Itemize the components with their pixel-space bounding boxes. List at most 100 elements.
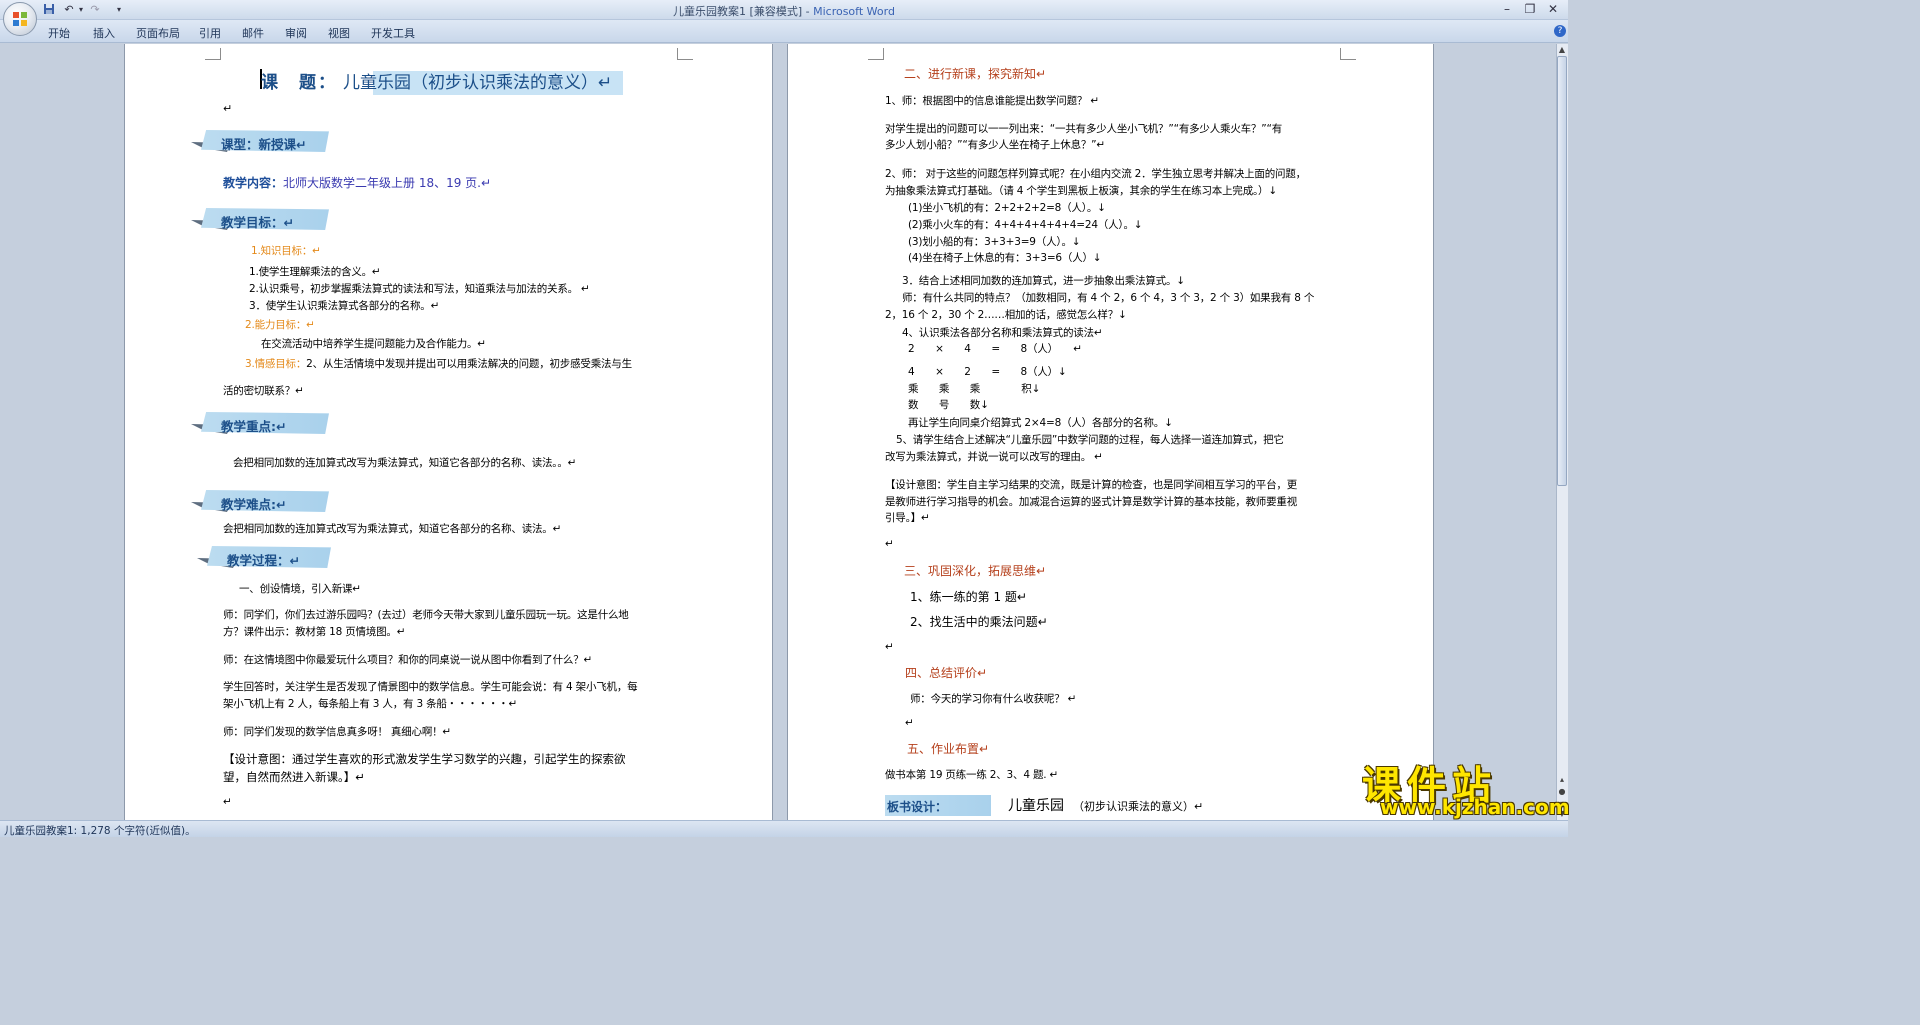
ability-text: 在交流活动中培养学生提问题能力及合作能力。↵: [261, 338, 486, 350]
window-title: 儿童乐园教案1 [兼容模式] - Microsoft Word: [0, 3, 1568, 19]
calc-2: (2)乘小火车的有：4+4+4+4+4+4=24（人）。↓: [908, 219, 1143, 231]
paragraph-3-line-1: 学生回答时，关注学生是否发现了情景图中的数学信息。学生可能会说：有 4 架小飞机…: [223, 681, 638, 693]
page-right[interactable]: 二、进行新课，探究新知↵ 1、师：根据图中的信息谁能提出数学问题？ ↵ 对学生提…: [787, 44, 1434, 820]
tab-page-layout[interactable]: 页面布局: [136, 25, 180, 41]
knowledge-label: 1.知识目标：↵: [251, 245, 321, 257]
board-design-label: 板书设计：: [887, 800, 948, 814]
section-3-heading: 三、巩固深化，拓展思维↵: [904, 564, 1047, 578]
section-5-heading: 五、作业布置↵: [907, 742, 990, 756]
lesson-type-heading: 课型：新授课↵: [221, 137, 307, 152]
calc-4: (4)坐在椅子上休息的有：3+3=6（人）↓: [908, 252, 1102, 264]
question-5-line-b: 改写为乘法算式，并说一说可以改写的理由。 ↵: [885, 451, 1103, 463]
paragraph-1-line-2: 方？课件出示：教材第 18 页情境图。↵: [223, 626, 406, 638]
design-note-line-a: 【设计意图：学生自主学习结果的交流，既是计算的检查，也是同学间相互学习的平台，更: [885, 479, 1297, 491]
question-2-line-a: 2、师： 对于这些的问题怎样列算式呢？在小组内交流 2．学生独立思考并解决上面的…: [885, 168, 1306, 180]
paragraph-mark: ↵: [885, 641, 894, 653]
emotion-line: 3.情感目标：2、从生活情境中发现并提出可以用乘法解决的问题，初步感受乘法与生: [245, 356, 632, 371]
design-note-line-c: 引导。】↵: [885, 512, 930, 524]
scrollbar-thumb[interactable]: [1557, 56, 1567, 486]
tab-developer[interactable]: 开发工具: [371, 25, 415, 41]
difficulty-banner: 教学难点:↵: [191, 490, 331, 514]
design-intent-line-2: 望，自然而然进入新课。】↵: [223, 770, 365, 784]
document-title: 儿童乐园教案1 [兼容模式]: [673, 5, 803, 18]
question-3: 3．结合上述相同加数的连加算式，进一步抽象出乘法算式。↓: [902, 275, 1185, 287]
paragraph-3-line-2: 架小飞机上有 2 人，每条船上有 3 人，有 3 条船・・・・・・↵: [223, 698, 518, 710]
close-button[interactable]: ✕: [1542, 2, 1564, 17]
summary-question: 师：今天的学习你有什么收获呢？ ↵: [910, 693, 1077, 705]
content-line: 教学内容：北师大版数学二年级上册 18、19 页.↵: [223, 174, 491, 191]
key-point-banner: 教学重点:↵: [191, 412, 331, 436]
key-point-heading: 教学重点:↵: [221, 419, 287, 434]
watermark: 课件站 www.kjzhan.com: [1362, 755, 1570, 819]
paragraph-mark: ↵: [885, 538, 894, 550]
question-4: 4、认识乘法各部分名称和乘法算式的读法↵: [902, 327, 1103, 339]
ability-label: 2.能力目标：↵: [245, 319, 315, 331]
tab-references[interactable]: 引用: [199, 25, 221, 41]
crop-mark: [1340, 48, 1356, 60]
status-bar: 儿童乐园教案1: 1,278 个字符(近似值)。: [0, 820, 1568, 837]
help-icon[interactable]: ?: [1554, 25, 1566, 37]
equation-1: 2 × 4 = 8（人） ↵: [908, 343, 1082, 355]
tab-home[interactable]: 开始: [48, 25, 70, 41]
homework-text: 做书本第 19 页练一练 2、3、4 题. ↵: [885, 769, 1059, 781]
title-separator: -: [802, 5, 814, 18]
key-point-text: 会把相同加数的连加算式改写为乘法算式，知道它各部分的名称、读法。。↵: [233, 457, 577, 469]
title-bar: ↶ ▾ ↷ ▾ 儿童乐园教案1 [兼容模式] - Microsoft Word …: [0, 0, 1568, 36]
crop-mark: [205, 48, 221, 60]
paragraph-4: 师：同学们发现的数学信息真多呀！ 真细心啊！↵: [223, 726, 452, 738]
crop-mark: [868, 48, 884, 60]
status-text: 儿童乐园教案1: 1,278 个字符(近似值)。: [4, 825, 196, 837]
question-5-line-a: 5、请学生结合上述解决“儿童乐园”中数学问题的过程，每人选择一道连加算式，把它: [896, 434, 1284, 446]
page-left[interactable]: 课 题： 儿童乐园（初步认识乘法的意义）↵ ↵ 课型：新授课↵ 教学内容：北师大…: [124, 44, 773, 820]
paragraph-mark: ↵: [223, 796, 232, 808]
tab-view[interactable]: 视图: [328, 25, 350, 41]
exercise-1: 1、练一练的第 1 题↵: [910, 590, 1027, 604]
previous-page-icon[interactable]: ▴: [1557, 775, 1567, 785]
objectives-banner: 教学目标：↵: [191, 208, 331, 232]
objectives-heading: 教学目标：↵: [221, 215, 294, 230]
process-heading: 教学过程：↵: [227, 553, 300, 568]
difficulty-text: 会把相同加数的连加算式改写为乘法算式，知道它各部分的名称、读法。↵: [223, 523, 562, 535]
emotion-text: 2、从生活情境中发现并提出可以用乘法解决的问题，初步感受乘法与生: [306, 358, 632, 370]
introduce-parts: 再让学生向同桌介绍算式 2×4=8（人）各部分的名称。↓: [908, 417, 1173, 429]
question-2-line-b: 为抽象乘法算式打基础。（请 4 个学生到黑板上板演，其余的学生在练习本上完成。）…: [885, 185, 1277, 197]
paragraph-2: 师：在这情境图中你最爱玩什么项目？和你的同桌说一说从图中你看到了什么？↵: [223, 654, 593, 666]
calc-3: (3)划小船的有：3+3+3=9（人）。↓: [908, 236, 1081, 248]
app-name: Microsoft Word: [813, 5, 895, 18]
tab-mailings[interactable]: 邮件: [242, 25, 264, 41]
scroll-up-icon[interactable]: ▲: [1557, 45, 1567, 55]
office-button[interactable]: [3, 2, 37, 36]
board-design-title: 儿童乐园: [1008, 798, 1064, 814]
step-one-heading: 一、创设情境，引入新课↵: [239, 583, 361, 595]
question-1: 1、师：根据图中的信息谁能提出数学问题？ ↵: [885, 95, 1099, 107]
question-1-line-a: 对学生提出的问题可以一一列出来：“一共有多少人坐小飞机？”“有多少人乘火车？”“…: [885, 123, 1282, 135]
question-3-line-b: 2，16 个 2，30 个 2……相加的话，感觉怎么样？↓: [885, 309, 1127, 321]
tab-insert[interactable]: 插入: [93, 25, 115, 41]
watermark-url: www.kjzhan.com: [1380, 795, 1570, 819]
maximize-button[interactable]: ❐: [1519, 2, 1541, 17]
paragraph-mark: ↵: [905, 717, 914, 729]
equation-2: 4 × 2 = 8（人）↓: [908, 366, 1067, 378]
emotion-label: 3.情感目标：: [245, 358, 307, 370]
crop-mark: [677, 48, 693, 60]
knowledge-item-1: 1.使学生理解乘法的含义。↵: [249, 266, 381, 278]
question-3-line-a: 师：有什么共同的特点？（加数相同，有 4 个 2，6 个 4，3 个 3，2 个…: [902, 292, 1315, 304]
design-note-line-b: 是教师进行学习指导的机会。加减混合运算的竖式计算是数学计算的基本技能，教师要重视: [885, 496, 1297, 508]
difficulty-heading: 教学难点:↵: [221, 497, 287, 512]
knowledge-item-3: 3．使学生认识乘法算式各部分的名称。↵: [249, 300, 440, 312]
knowledge-item-2: 2.认识乘号，初步掌握乘法算式的读法和写法，知道乘法与加法的关系。 ↵: [249, 283, 590, 295]
document-title-text: 儿童乐园（初步认识乘法的意义）↵: [343, 73, 613, 93]
question-1-line-b: 多少人划小船？”“有多少人坐在椅子上休息？”↵: [885, 139, 1106, 151]
section-4-heading: 四、总结评价↵: [905, 666, 988, 680]
office-logo-icon: [13, 12, 27, 26]
emotion-text-continued: 活的密切联系？↵: [223, 385, 304, 397]
content-text: 北师大版数学二年级上册 18、19 页.↵: [283, 176, 492, 190]
exercise-2: 2、找生活中的乘法问题↵: [910, 615, 1048, 629]
section-2-heading: 二、进行新课，探究新知↵: [904, 67, 1047, 81]
minimize-button[interactable]: –: [1496, 2, 1518, 17]
tab-review[interactable]: 审阅: [285, 25, 307, 41]
board-design-subtitle: （初步认识乘法的意义）↵: [1073, 800, 1204, 813]
paragraph-1-line-1: 师：同学们，你们去过游乐园吗？(去过）老师今天带大家到儿童乐园玩一玩。这是什么地: [223, 609, 629, 621]
ribbon-tab-bar: 开始 插入 页面布局 引用 邮件 审阅 视图 开发工具: [0, 20, 1568, 43]
content-label: 教学内容：: [223, 176, 284, 190]
